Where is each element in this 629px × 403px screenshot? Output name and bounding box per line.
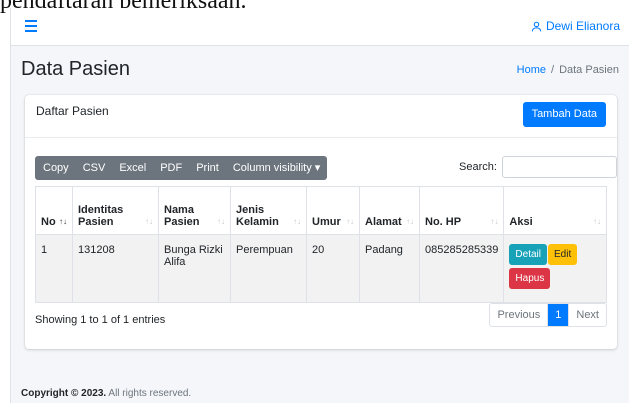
column-header-umur[interactable]: Umur ↑↓ <box>306 186 360 235</box>
page-title: Data Pasien <box>21 58 130 80</box>
sort-icon: ↑↓ <box>217 217 225 226</box>
cell-no-hp: 085285285339 <box>418 234 505 303</box>
column-header-no[interactable]: No ↑↓ <box>35 186 73 235</box>
pagination: Previous 1 Next <box>489 303 607 327</box>
top-navbar: Dewi Elianora <box>11 8 629 46</box>
cell-nama: Bunga Rizki Alifa <box>158 234 231 303</box>
cell-aksi: Detail Edit Hapus <box>503 234 607 303</box>
sort-icon: ↑↓ <box>346 217 354 226</box>
table-row: 1 131208 Bunga Rizki Alifa Perempuan 20 … <box>35 234 607 303</box>
pdf-button[interactable]: PDF <box>153 156 189 180</box>
search-input[interactable] <box>502 156 617 178</box>
column-header-aksi[interactable]: Aksi ↑↓ <box>503 186 607 235</box>
cell-jenis-kelamin: Perempuan <box>230 234 307 303</box>
sort-icon: ↑↓ <box>406 217 414 226</box>
cell-umur: 20 <box>306 234 360 303</box>
table-info: Showing 1 to 1 of 1 entries <box>35 314 166 326</box>
column-header-alamat[interactable]: Alamat ↑↓ <box>359 186 420 235</box>
user-icon <box>531 21 542 31</box>
breadcrumb-home[interactable]: Home <box>517 64 546 76</box>
detail-button[interactable]: Detail <box>509 244 547 265</box>
hapus-button[interactable]: Hapus <box>509 268 551 289</box>
sort-icon: ↑↓ <box>145 217 153 226</box>
cell-no: 1 <box>35 234 73 303</box>
breadcrumb-separator: / <box>551 64 555 76</box>
table-header-row: No ↑↓ Identitas Pasien ↑↓ Nama Pasien ↑↓ Je… <box>35 186 607 235</box>
footer: Copyright © 2023. All rights reserved. <box>21 388 191 399</box>
user-name: Dewi Elianora <box>545 19 620 33</box>
sort-icon: ↑↓ <box>593 217 601 226</box>
user-menu[interactable]: Dewi Elianora <box>531 19 620 33</box>
cell-alamat: Padang <box>359 234 420 303</box>
excel-button[interactable]: Excel <box>112 156 153 180</box>
page-1-button[interactable]: 1 <box>547 304 569 326</box>
breadcrumb-current: Data Pasien <box>559 64 619 76</box>
column-header-identitas[interactable]: Identitas Pasien ↑↓ <box>72 186 159 235</box>
cell-identitas: 131208 <box>72 234 159 303</box>
previous-button[interactable]: Previous <box>490 304 547 326</box>
copy-button[interactable]: Copy <box>35 156 76 180</box>
export-button-group: Copy CSV Excel PDF Print Column visibili… <box>35 156 328 180</box>
patient-table: No ↑↓ Identitas Pasien ↑↓ Nama Pasien ↑↓ Je… <box>35 186 607 303</box>
card-title: Daftar Pasien <box>36 104 109 118</box>
breadcrumb: Home / Data Pasien <box>517 64 619 76</box>
footer-copyright: Copyright © 2023. <box>21 388 107 399</box>
sort-icon: ↑↓ <box>293 217 301 226</box>
print-button[interactable]: Print <box>189 156 226 180</box>
column-header-jenis-kelamin[interactable]: Jenis Kelamin ↑↓ <box>230 186 307 235</box>
search-label: Search: <box>459 161 497 173</box>
footer-rights: All rights reserved. <box>108 388 192 399</box>
next-button[interactable]: Next <box>568 304 606 326</box>
csv-button[interactable]: CSV <box>76 156 113 180</box>
add-data-button[interactable]: Tambah Data <box>522 102 606 127</box>
sort-icon: ↑↓ <box>490 217 499 226</box>
hamburger-icon[interactable] <box>25 20 37 32</box>
column-visibility-button[interactable]: Column visibility ▾ <box>226 156 327 180</box>
column-header-no-hp[interactable]: No. HP ↑↓ <box>418 186 505 235</box>
patient-card: Daftar Pasien Tambah Data Copy CSV Excel… <box>25 95 617 349</box>
card-divider <box>25 137 617 138</box>
edit-button[interactable]: Edit <box>548 244 578 265</box>
column-header-nama[interactable]: Nama Pasien ↑↓ <box>158 186 231 235</box>
app-window: Dewi Elianora Data Pasien Home / Data Pasi… <box>10 8 629 403</box>
sort-icon: ↑↓ <box>59 217 67 226</box>
